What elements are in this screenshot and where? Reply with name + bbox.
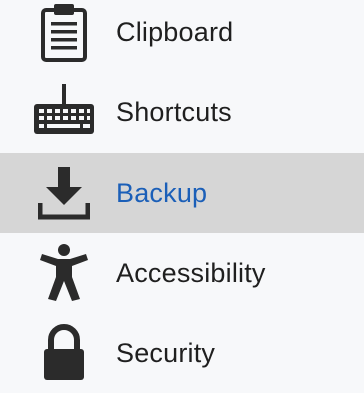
settings-sidebar: Clipboard Shortcuts Backup Accessibility… xyxy=(0,0,364,393)
sidebar-item-label: Shortcuts xyxy=(116,96,232,127)
sidebar-item-clipboard[interactable]: Clipboard xyxy=(0,0,364,72)
sidebar-item-security[interactable]: Security xyxy=(0,313,364,393)
sidebar-item-accessibility[interactable]: Accessibility xyxy=(0,233,364,313)
download-icon xyxy=(33,162,95,224)
sidebar-item-label: Accessibility xyxy=(116,257,266,288)
accessibility-icon xyxy=(33,242,95,304)
sidebar-item-label: Clipboard xyxy=(116,16,234,47)
clipboard-icon xyxy=(33,1,95,63)
sidebar-item-shortcuts[interactable]: Shortcuts xyxy=(0,72,364,152)
sidebar-item-label: Backup xyxy=(116,177,208,208)
sidebar-item-backup[interactable]: Backup xyxy=(0,153,364,233)
sidebar-item-label: Security xyxy=(116,337,216,368)
keyboard-icon xyxy=(33,81,95,143)
lock-icon xyxy=(33,322,95,384)
